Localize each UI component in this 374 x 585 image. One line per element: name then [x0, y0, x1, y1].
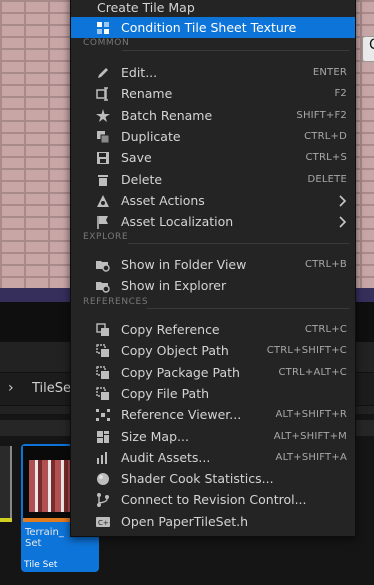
section-divider: [128, 243, 349, 244]
menu-item-reference-viewer[interactable]: Reference Viewer... ALT+SHIFT+R: [71, 404, 355, 425]
menu-item-shortcut: CTRL+B: [304, 259, 347, 270]
rename-icon: [96, 87, 108, 102]
menu-item-label: Size Map...: [121, 428, 189, 444]
copy-file-path-icon: [96, 387, 109, 400]
menu-item-label: Delete: [121, 171, 163, 187]
menu-item-shortcut: CTRL+C: [304, 324, 347, 335]
menu-item-label: Open PaperTileSet.h: [121, 513, 249, 529]
side-button[interactable]: C: [362, 36, 374, 62]
menu-item-label: Condition Tile Sheet Texture: [121, 20, 297, 35]
menu-item-shortcut: ALT+SHIFT+A: [275, 451, 347, 463]
menu-item-label: Edit...: [121, 65, 158, 80]
folder-search-icon: [96, 261, 110, 272]
menu-item-asset-actions[interactable]: Asset Actions: [71, 190, 355, 211]
menu-item-label: Duplicate: [121, 128, 181, 144]
copy-reference-icon: [96, 323, 109, 336]
menu-item-shortcut: ENTER: [312, 67, 347, 78]
shader-stats-icon: [97, 473, 109, 486]
menu-item-show-in-explorer[interactable]: Show in Explorer: [71, 275, 355, 296]
tilesheet-preview: [29, 460, 75, 512]
menu-item-delete[interactable]: Delete DELETE: [71, 169, 355, 190]
menu-item-label: Asset Localization: [121, 214, 234, 230]
menu-item-copy-file-path[interactable]: Copy File Path: [71, 383, 355, 404]
chevron-right-icon[interactable]: ›: [8, 380, 14, 396]
section-divider: [122, 50, 349, 51]
menu-item-connect-to-revision-control[interactable]: Connect to Revision Control...: [71, 489, 355, 510]
menu-item-label: Copy File Path: [121, 385, 210, 401]
menu-item-edit[interactable]: Edit... ENTER: [71, 62, 355, 83]
menu-item-label: Show in Folder View: [121, 257, 247, 272]
save-icon: [97, 152, 109, 165]
explorer-icon: [96, 282, 110, 293]
menu-item-condition-tile-sheet-texture[interactable]: Condition Tile Sheet Texture: [71, 17, 355, 38]
asset-actions-icon: [97, 194, 109, 207]
chevron-right-icon: [339, 216, 347, 228]
menu-item-label: Show in Explorer: [121, 278, 227, 294]
copy-object-path-icon: [96, 344, 109, 358]
menu-item-open-papertileset-h[interactable]: C++ Open PaperTileSet.h: [71, 511, 355, 532]
menu-item-shortcut: CTRL+SHIFT+C: [266, 345, 347, 357]
menu-item-batch-rename[interactable]: Batch Rename SHIFT+F2: [71, 105, 355, 126]
pencil-icon: [98, 68, 108, 78]
menu-item-create-tile-map[interactable]: Create Tile Map: [71, 0, 355, 18]
menu-item-label: Audit Assets...: [121, 449, 211, 465]
menu-item-label: Connect to Revision Control...: [121, 492, 307, 508]
menu-item-shader-cook-statistics[interactable]: Shader Cook Statistics...: [71, 468, 355, 489]
menu-item-rename[interactable]: Rename F2: [71, 83, 355, 104]
menu-item-copy-package-path[interactable]: Copy Package Path CTRL+ALT+C: [71, 362, 355, 383]
menu-item-copy-reference[interactable]: Copy Reference CTRL+C: [71, 319, 355, 340]
menu-item-audit-assets[interactable]: Audit Assets... ALT+SHIFT+A: [71, 447, 355, 468]
revision-control-icon: [97, 493, 109, 508]
context-menu: Create Tile Map Condition Tile Sheet Tex…: [70, 0, 356, 537]
section-divider: [147, 308, 349, 309]
svg-text:C++: C++: [98, 519, 111, 527]
asset-type-label: Tile Set: [24, 560, 58, 570]
menu-item-size-map[interactable]: Size Map... ALT+SHIFT+M: [71, 426, 355, 447]
section-header-common: COMMON: [83, 38, 130, 48]
duplicate-icon: [97, 130, 110, 144]
menu-item-shortcut: CTRL+D: [304, 130, 347, 142]
menu-item-label: Shader Cook Statistics...: [121, 471, 274, 487]
batch-rename-icon: [96, 108, 110, 122]
trash-icon: [98, 174, 108, 186]
menu-item-asset-localization[interactable]: Asset Localization: [71, 211, 355, 232]
asset-type-bar: [0, 518, 12, 522]
menu-item-label: Rename: [121, 86, 173, 102]
menu-item-label: Save: [121, 150, 152, 166]
menu-item-label: Create Tile Map: [97, 0, 195, 15]
menu-item-show-in-folder-view[interactable]: Show in Folder View CTRL+B: [71, 254, 355, 275]
tilesheet-icon: [97, 22, 109, 34]
menu-item-label: Copy Reference: [121, 322, 220, 337]
section-header-references: REFERENCES: [83, 297, 149, 307]
menu-item-copy-object-path[interactable]: Copy Object Path CTRL+SHIFT+C: [71, 340, 355, 361]
partial-asset-thumbnail[interactable]: [0, 446, 12, 520]
copy-package-path-icon: [96, 365, 109, 379]
menu-item-shortcut: CTRL+ALT+C: [278, 366, 347, 378]
menu-item-shortcut: ALT+SHIFT+R: [275, 409, 347, 421]
menu-item-shortcut: ALT+SHIFT+M: [273, 430, 347, 442]
menu-item-label: Copy Object Path: [121, 343, 229, 359]
menu-item-label: Copy Package Path: [121, 364, 240, 380]
menu-item-label: Batch Rename: [121, 107, 213, 123]
menu-item-shortcut: SHIFT+F2: [296, 109, 347, 121]
section-header-explore: EXPLORE: [83, 232, 129, 242]
menu-item-shortcut: F2: [334, 88, 347, 100]
menu-item-shortcut: CTRL+S: [305, 152, 347, 164]
menu-item-duplicate[interactable]: Duplicate CTRL+D: [71, 126, 355, 147]
cpp-file-icon: C++: [96, 516, 111, 527]
menu-item-save[interactable]: Save CTRL+S: [71, 147, 355, 168]
menu-item-label: Reference Viewer...: [121, 407, 242, 423]
audit-icon: [97, 451, 107, 464]
size-map-icon: [97, 430, 109, 443]
reference-viewer-icon: [96, 409, 110, 422]
menu-item-label: Asset Actions: [121, 192, 205, 208]
chevron-right-icon: [339, 195, 347, 207]
flag-icon: [97, 216, 108, 230]
menu-item-shortcut: DELETE: [307, 173, 347, 185]
